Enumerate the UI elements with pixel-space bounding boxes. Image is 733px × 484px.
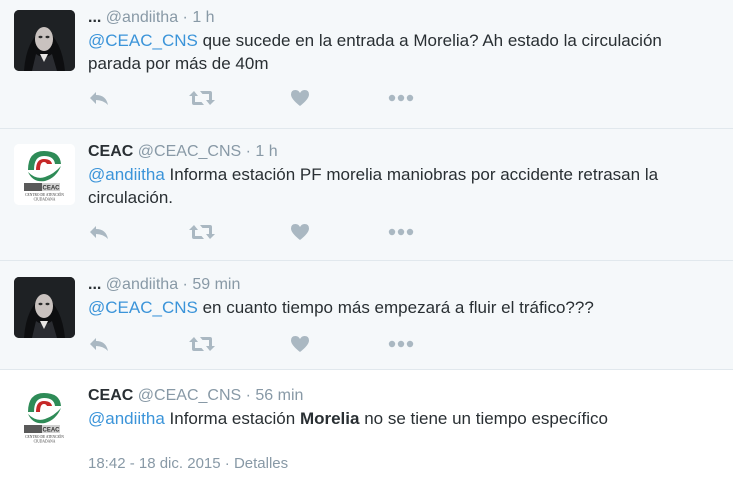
tweet-text: @CEAC_CNS en cuanto tiempo más empezará … bbox=[88, 296, 718, 319]
details-link[interactable]: Detalles bbox=[234, 455, 288, 472]
tweet-1[interactable]: ... @andiitha · 1 h @CEAC_CNS que sucede… bbox=[0, 0, 733, 129]
more-button[interactable] bbox=[388, 88, 414, 108]
tweet-timestamp[interactable]: 18:42 - 18 dic. 2015 bbox=[88, 455, 221, 472]
mention-link[interactable]: @andiitha bbox=[88, 165, 165, 184]
tweet-time[interactable]: 59 min bbox=[192, 276, 240, 293]
retweet-button[interactable] bbox=[189, 222, 215, 242]
tweet-header: ... @andiitha · 59 min bbox=[88, 276, 240, 294]
mention-link[interactable]: @CEAC_CNS bbox=[88, 31, 198, 50]
logo-caption: CIUDADANA bbox=[34, 198, 56, 202]
logo-caption: CENTRO DE ATENCIÓN bbox=[25, 434, 64, 439]
separator: · bbox=[224, 455, 230, 472]
like-button[interactable] bbox=[290, 222, 310, 242]
username[interactable]: @andiitha bbox=[106, 9, 178, 26]
more-icon bbox=[388, 340, 414, 348]
like-button[interactable] bbox=[290, 88, 310, 108]
display-name[interactable]: CEAC bbox=[88, 143, 133, 160]
reply-button[interactable] bbox=[88, 222, 110, 242]
like-icon bbox=[291, 224, 309, 240]
avatar-andiitha[interactable] bbox=[14, 277, 75, 338]
reply-icon bbox=[90, 226, 108, 239]
retweet-icon bbox=[189, 225, 215, 239]
separator: · bbox=[182, 276, 188, 293]
reply-button[interactable] bbox=[88, 334, 110, 354]
separator: · bbox=[245, 387, 251, 404]
tweet-time[interactable]: 1 h bbox=[255, 143, 277, 160]
logo-wordmark: CEAC bbox=[42, 186, 60, 192]
like-icon bbox=[291, 90, 309, 106]
tweet-body: no se tiene un tiempo específico bbox=[359, 409, 609, 428]
tweet-header: CEAC @CEAC_CNS · 1 h bbox=[88, 143, 278, 161]
tweet-time[interactable]: 56 min bbox=[255, 387, 303, 404]
tweet-text: @CEAC_CNS que sucede en la entrada a Mor… bbox=[88, 29, 718, 75]
tweet-header: ... @andiitha · 1 h bbox=[88, 9, 215, 27]
mention-link[interactable]: @CEAC_CNS bbox=[88, 298, 198, 317]
tweet-4-focused[interactable]: CEAC CENTRO DE ATENCIÓN CIUDADANA CEAC @… bbox=[0, 370, 733, 484]
tweet-time[interactable]: 1 h bbox=[192, 9, 214, 26]
tweet-text: @andiitha Informa estación Morelia no se… bbox=[88, 407, 718, 430]
tweet-3[interactable]: ... @andiitha · 59 min @CEAC_CNS en cuan… bbox=[0, 261, 733, 370]
hashtag-bold: Morelia bbox=[299, 409, 360, 428]
tweet-text: @andiitha Informa estación PF morelia ma… bbox=[88, 163, 718, 209]
more-icon bbox=[388, 228, 414, 236]
user-photo-icon bbox=[14, 10, 75, 71]
more-button[interactable] bbox=[388, 334, 414, 354]
like-button[interactable] bbox=[290, 334, 310, 354]
retweet-icon bbox=[189, 91, 215, 105]
tweet-body: en cuanto tiempo más empezará a fluir el… bbox=[197, 298, 594, 317]
reply-icon bbox=[90, 338, 108, 351]
logo-caption: CIUDADANA bbox=[34, 440, 56, 444]
tweet-footer: 18:42 - 18 dic. 2015 · Detalles bbox=[88, 455, 288, 472]
like-icon bbox=[291, 336, 309, 352]
username[interactable]: @andiitha bbox=[106, 276, 178, 293]
display-name[interactable]: ... bbox=[88, 276, 101, 293]
ceac-logo-icon: CEAC CENTRO DE ATENCIÓN CIUDADANA bbox=[14, 386, 75, 447]
reply-button[interactable] bbox=[88, 88, 110, 108]
tweet-2[interactable]: CEAC CENTRO DE ATENCIÓN CIUDADANA CEAC @… bbox=[0, 129, 733, 261]
username[interactable]: @CEAC_CNS bbox=[138, 387, 241, 404]
display-name[interactable]: CEAC bbox=[88, 387, 133, 404]
ceac-logo-icon: CEAC CENTRO DE ATENCIÓN CIUDADANA bbox=[14, 144, 75, 205]
more-button[interactable] bbox=[388, 222, 414, 242]
separator: · bbox=[245, 143, 251, 160]
username[interactable]: @CEAC_CNS bbox=[138, 143, 241, 160]
tweet-body: Informa estación PF morelia maniobras po… bbox=[88, 165, 659, 207]
separator: · bbox=[182, 9, 188, 26]
tweet-body: Informa estación bbox=[164, 409, 300, 428]
logo-caption: CENTRO DE ATENCIÓN bbox=[25, 192, 64, 197]
mention-link[interactable]: @andiitha bbox=[88, 409, 165, 428]
reply-icon bbox=[90, 92, 108, 105]
user-photo-icon bbox=[14, 277, 75, 338]
avatar-andiitha[interactable] bbox=[14, 10, 75, 71]
retweet-button[interactable] bbox=[189, 88, 215, 108]
logo-wordmark: CEAC bbox=[42, 428, 60, 434]
tweet-header: CEAC @CEAC_CNS · 56 min bbox=[88, 387, 303, 405]
retweet-button[interactable] bbox=[189, 334, 215, 354]
display-name[interactable]: ... bbox=[88, 9, 101, 26]
retweet-icon bbox=[189, 337, 215, 351]
more-icon bbox=[388, 94, 414, 102]
avatar-ceac[interactable]: CEAC CENTRO DE ATENCIÓN CIUDADANA bbox=[14, 386, 75, 447]
avatar-ceac[interactable]: CEAC CENTRO DE ATENCIÓN CIUDADANA bbox=[14, 144, 75, 205]
